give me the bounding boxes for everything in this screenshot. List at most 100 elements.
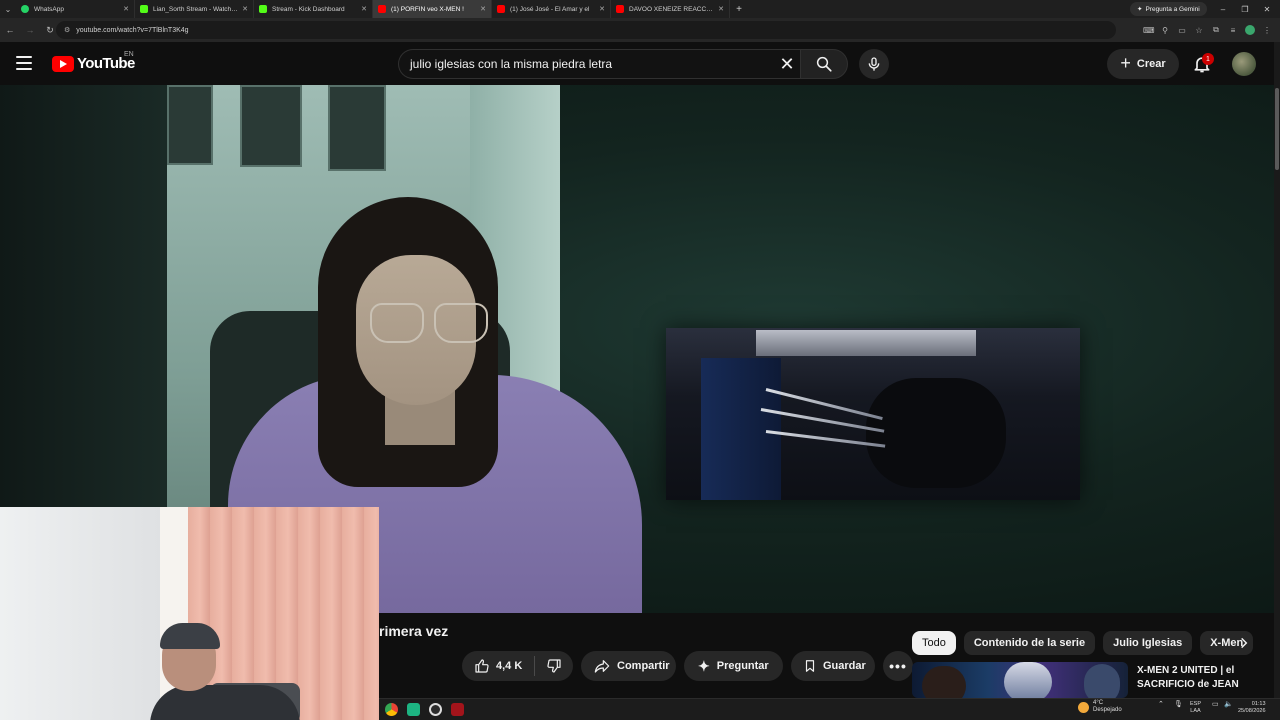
browser-tab-kick-dashboard[interactable]: Stream - Kick Dashboard ✕ [254, 0, 373, 18]
ask-label: Preguntar [716, 660, 769, 672]
reading-list-icon[interactable]: ≡ [1228, 26, 1238, 35]
search-input[interactable]: julio iglesias con la misma piedra letra [398, 49, 801, 79]
search-icon [816, 56, 832, 72]
back-button[interactable]: ← [0, 18, 20, 42]
network-icon[interactable]: ▭ [1212, 700, 1219, 708]
tray-mic-icon[interactable]: 🎙 [1174, 700, 1183, 708]
app-taskbar-icon[interactable] [407, 703, 420, 716]
close-icon[interactable]: ✕ [242, 5, 248, 13]
forward-button[interactable]: → [20, 18, 40, 42]
chrome-taskbar-icon[interactable] [385, 703, 398, 716]
wall-frame [167, 85, 213, 165]
new-tab-button[interactable]: + [730, 4, 748, 15]
browser-tab-youtube-active[interactable]: (1) PORFIN veo X-MEN ! ✕ [373, 0, 492, 18]
thumb-figure [922, 666, 966, 698]
browser-tab-whatsapp[interactable]: WhatsApp ✕ [16, 0, 135, 18]
chip-series-content[interactable]: Contenido de la serie [963, 631, 1096, 655]
weather-icon [1078, 701, 1089, 713]
minimize-button[interactable]: – [1212, 0, 1234, 18]
clip-hand [866, 378, 1006, 488]
dislike-button[interactable] [535, 651, 573, 681]
restore-button[interactable]: ❐ [1234, 0, 1256, 18]
cast-icon[interactable]: ▭ [1177, 26, 1187, 35]
video-glasses [434, 303, 488, 343]
whatsapp-icon [21, 5, 29, 13]
windows-taskbar [379, 698, 1280, 720]
clock-time: 01:13 [1251, 701, 1266, 707]
lang-top: ESP [1190, 701, 1202, 707]
tab-label: Lian_Sorth Stream - Watch Live [153, 5, 239, 13]
like-count: 4,4 K [496, 660, 523, 672]
more-actions-button[interactable]: ••• [883, 651, 913, 681]
ask-button[interactable]: ✦ Preguntar [684, 651, 783, 681]
close-icon[interactable]: ✕ [599, 5, 605, 13]
kick-icon [140, 5, 148, 13]
close-icon[interactable]: ✕ [361, 5, 367, 13]
volume-icon[interactable]: 🔈 [1224, 700, 1233, 708]
save-button[interactable]: Guardar [791, 651, 875, 681]
extensions-icon[interactable]: ⧉ [1211, 25, 1221, 35]
tab-label: (1) José José - El Amar y el [510, 5, 590, 13]
zoom-icon[interactable]: ⚲ [1160, 26, 1170, 35]
chip-todo[interactable]: Todo [912, 631, 956, 655]
site-info-icon[interactable]: ⚙ [64, 26, 70, 34]
close-icon[interactable]: ✕ [480, 5, 486, 13]
taskbar-clock[interactable]: 01:13 25/08/2026 [1238, 701, 1266, 715]
clear-search-icon[interactable]: ✕ [776, 53, 798, 75]
profile-icon[interactable] [1245, 25, 1255, 35]
movie-clip-overlay [666, 328, 1080, 500]
gemini-button[interactable]: ✦ Pregunta a Gemini [1130, 2, 1207, 16]
youtube-logo[interactable]: YouTube EN [52, 51, 135, 72]
menu-icon[interactable] [16, 56, 32, 70]
screen: ⌄ WhatsApp ✕ Lian_Sorth Stream - Watch L… [0, 0, 1280, 720]
wall-frame [328, 85, 386, 171]
recommendation-thumbnail[interactable] [912, 662, 1128, 698]
more-icon: ••• [889, 658, 907, 674]
youtube-header: YouTube EN julio iglesias con la misma p… [0, 42, 1280, 85]
account-avatar[interactable] [1232, 52, 1256, 76]
youtube-play-icon [52, 55, 74, 72]
window-close-button[interactable]: ✕ [1256, 0, 1278, 18]
share-icon [594, 660, 610, 673]
obs-taskbar-icon[interactable] [429, 703, 442, 716]
extension-icons: ⌨ ⚲ ▭ ☆ ⧉ ≡ ⋮ [1143, 21, 1272, 39]
scrollbar-thumb[interactable] [1275, 88, 1279, 170]
address-bar[interactable]: ⚙ youtube.com/watch?v=7TlBlnT3K4g [56, 21, 1116, 39]
voice-search-button[interactable] [859, 49, 889, 79]
browser-tab-youtube-davoo[interactable]: DAVOO XENEIZE REACCIONA A ✕ [611, 0, 730, 18]
lang-bottom: LAA [1190, 708, 1201, 714]
create-button[interactable]: + Crear [1107, 49, 1179, 79]
video-title: rimera vez [379, 623, 449, 639]
like-button[interactable]: 4,4 K [462, 651, 534, 681]
chip-next-button[interactable] [1232, 631, 1256, 655]
close-icon[interactable]: ✕ [718, 5, 724, 13]
video-actions: 4,4 K Compartir ✦ Preguntar Guardar ••• [462, 651, 913, 681]
close-icon[interactable]: ✕ [123, 5, 129, 13]
translate-icon[interactable]: ⌨ [1143, 26, 1155, 35]
language-indicator[interactable]: ESP LAA [1190, 701, 1201, 715]
video-glasses [370, 303, 424, 343]
wall-frame [240, 85, 302, 167]
app-taskbar-icon[interactable] [451, 703, 464, 716]
chevron-right-icon [1241, 637, 1248, 649]
browser-tab-kick-watch[interactable]: Lian_Sorth Stream - Watch Live ✕ [135, 0, 254, 18]
recommendation-title[interactable]: X-MEN 2 UNITED | el SACRIFICIO de JEAN G… [1137, 664, 1257, 694]
youtube-icon [497, 5, 505, 13]
browser-menu-icon[interactable]: ⋮ [1262, 26, 1272, 35]
share-button[interactable]: Compartir [581, 651, 676, 681]
search-button[interactable] [800, 49, 848, 79]
bookmark-star-icon[interactable]: ☆ [1194, 26, 1204, 35]
clip-claw [765, 388, 883, 420]
weather-widget[interactable]: 4°C Despejado [1078, 700, 1122, 714]
save-label: Guardar [823, 660, 866, 672]
webcam-person-torso [150, 685, 300, 720]
share-label: Compartir [617, 660, 670, 672]
tray-chevron-icon[interactable]: ⌃ [1158, 700, 1164, 708]
webcam-person-cap [160, 623, 220, 649]
chip-julio-iglesias[interactable]: Julio Iglesias [1103, 631, 1193, 655]
clock-date: 25/08/2026 [1238, 708, 1266, 714]
clip-suit [701, 358, 781, 500]
kick-icon [259, 5, 267, 13]
tab-search-icon[interactable]: ⌄ [0, 0, 16, 18]
browser-tab-youtube-jose[interactable]: (1) José José - El Amar y el ✕ [492, 0, 611, 18]
